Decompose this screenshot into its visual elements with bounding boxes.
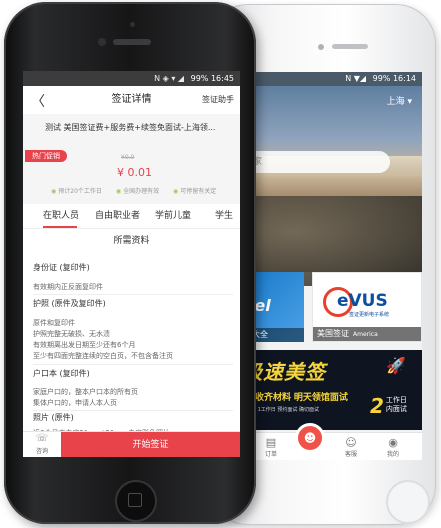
requirement-line: 至少有四面完整连续的空白页，不包含备注页: [33, 352, 173, 360]
hot-promo-badge: 热门促销: [25, 150, 67, 162]
requirement-heading: 身份证 (复印件): [33, 263, 90, 272]
product-title: 测试 美国签证费+服务费+续签免面试-上海领...: [45, 123, 216, 132]
search-input[interactable]: 国家: [240, 151, 390, 173]
current-price: ¥ 0.01: [117, 166, 152, 179]
status-time: 16:14: [392, 74, 416, 83]
home-button[interactable]: [115, 480, 157, 522]
speaker-grille: [332, 44, 368, 49]
requirement-line: 有效期离出发日期至少还有6个月: [33, 341, 136, 349]
banner-steps: 资料 1工作日 预约面试 确切面试: [246, 407, 319, 413]
divider: [33, 410, 233, 411]
feature-item: ◉ 预计20个工作日: [51, 188, 102, 195]
tab-employed[interactable]: 在职人员: [43, 204, 79, 228]
required-materials-title: 所需资料: [113, 236, 150, 246]
feature-item: ◉ 可停留有关定: [173, 188, 217, 195]
consult-button[interactable]: ☏ 咨询: [23, 432, 61, 457]
tab-freelancer[interactable]: 自由职业者: [95, 204, 140, 228]
express-visa-banner[interactable]: 极速美签 🚀 天收齐材料 明天领馆面试 资料 1工作日 预约面试 确切面试 2 …: [240, 350, 422, 430]
back-app-screen: N ▼◢ 99% 16:14 上海 ▾ 国家 vel 家大全 eVUS 签证更新…: [240, 72, 422, 460]
status-time: 16:45: [210, 74, 234, 83]
requirement-line: 护照完整无破损、无水渍: [33, 330, 110, 338]
user-icon: ◉: [388, 436, 398, 449]
rocket-icon: 🚀: [386, 356, 406, 375]
requirement-heading: 户口本 (复印件): [33, 369, 90, 378]
original-price: ¥0.0: [121, 154, 135, 161]
divider: [33, 364, 233, 365]
tab-preschool-child[interactable]: 学前儿童: [155, 204, 191, 228]
status-bar: N ▼◢ 99% 16:14: [240, 72, 422, 86]
divider: [33, 294, 233, 295]
nav-bar: 签证详情 〈 签证助手: [23, 86, 240, 115]
requirement-line: 集体户口的，申请人本人页: [33, 399, 117, 407]
product-summary: 测试 美国签证费+服务费+续签免面试-上海领... 热门促销 ¥0.0 ¥ 0.…: [23, 114, 240, 204]
requirement-line: 原件和复印件: [33, 319, 75, 327]
evus-logo: eVUS 签证更新电子系统: [323, 285, 413, 321]
headset-icon: ☏: [35, 433, 49, 444]
signal-icon: N ▼◢: [345, 74, 367, 83]
camera-dot: [318, 44, 324, 50]
battery-level: 99%: [190, 74, 209, 83]
tab-service[interactable]: ☺ 客服: [336, 436, 366, 458]
front-camera: [98, 38, 106, 46]
requirement-line: 家庭户口的，整本户口本的所有页: [33, 388, 138, 396]
battery-level: 99%: [372, 74, 391, 83]
city-selector[interactable]: 上海 ▾: [387, 94, 412, 107]
hero-image: 上海 ▾ 国家: [240, 86, 422, 286]
product-features: ◉ 预计20个工作日 ◉ 全国办理有效 ◉ 可停留有关定: [51, 186, 240, 195]
tab-mine[interactable]: ◉ 我的: [378, 436, 408, 458]
bottom-action-bar: ☏ 咨询 开始签证: [23, 431, 240, 457]
applicant-type-tabs: 在职人员 自由职业者 学前儿童 学生: [23, 204, 240, 229]
requirement-heading: 照片 (原件): [33, 413, 74, 422]
active-tab-indicator: [43, 226, 77, 228]
speaker-grille: [113, 39, 151, 45]
camera-dot: [130, 22, 135, 27]
status-bar: N ◈ ▾ ◢ 99% 16:45: [23, 71, 240, 86]
assistant-robot-button[interactable]: ☻: [295, 423, 325, 453]
chat-icon: ☺: [345, 436, 357, 449]
visa-detail-screen: N ◈ ▾ ◢ 99% 16:45 签证详情 〈 签证助手 测试 美国签证费+服…: [23, 71, 240, 457]
start-visa-button[interactable]: 开始签证: [61, 432, 240, 457]
bottom-tab-bar: ▤ 订单 ☻ ☺ 客服 ◉ 我的: [240, 423, 422, 460]
tab-orders[interactable]: ▤ 订单: [256, 436, 286, 458]
requirement-line: 有效期内正反面复印件: [33, 283, 103, 291]
requirement-heading: 护照 (原件及复印件): [33, 299, 106, 308]
tab-student[interactable]: 学生: [215, 204, 233, 228]
promo-card-us-visa[interactable]: eVUS 签证更新电子系统 美国签证 America: [312, 272, 422, 342]
card-caption: 美国签证 America: [313, 327, 421, 341]
home-button[interactable]: [386, 480, 430, 524]
orders-icon: ▤: [265, 436, 277, 449]
visa-assistant-button[interactable]: 签证助手: [202, 86, 234, 114]
banner-tagline: 天收齐材料 明天领馆面试: [246, 393, 348, 403]
banner-days: 2 工作日 内面试: [370, 394, 407, 418]
status-icons: N ◈ ▾ ◢: [154, 74, 185, 83]
back-arrow-icon[interactable]: 〈: [31, 91, 45, 111]
feature-item: ◉ 全国办理有效: [115, 188, 160, 195]
